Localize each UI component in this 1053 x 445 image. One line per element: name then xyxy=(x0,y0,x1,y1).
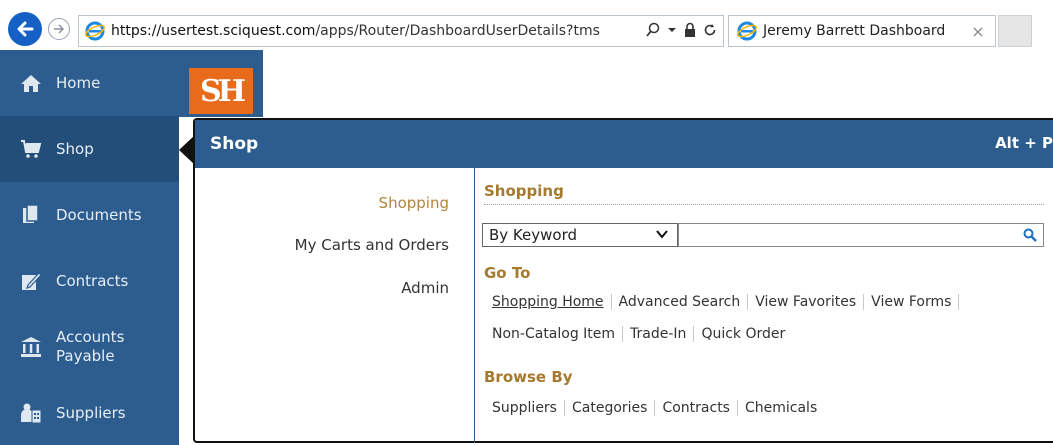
shopping-content: Shopping By Keyword Go To Shopping Home … xyxy=(475,168,1053,443)
address-tools xyxy=(645,22,717,38)
url-path: /apps/Router/DashboardUserDetails?tms xyxy=(315,23,600,39)
browse-links-row: Suppliers Categories Contracts Chemicals xyxy=(492,400,817,416)
address-bar[interactable]: https://usertest.sciquest.com/apps/Route… xyxy=(78,15,724,47)
link-contracts[interactable]: Contracts xyxy=(662,400,730,416)
sidebar-item-contracts[interactable]: Contracts xyxy=(0,248,179,314)
tab-title: Jeremy Barrett Dashboard xyxy=(763,23,946,39)
link-suppliers[interactable]: Suppliers xyxy=(492,400,557,416)
search-type-select[interactable]: By Keyword xyxy=(482,223,678,247)
link-non-catalog-item[interactable]: Non-Catalog Item xyxy=(492,326,615,342)
link-separator xyxy=(610,294,612,310)
arrow-right-icon xyxy=(54,24,65,34)
sidebar-item-label: Documents xyxy=(56,205,142,224)
link-separator xyxy=(863,294,865,310)
sidebar-item-suppliers[interactable]: Suppliers xyxy=(0,380,179,445)
sidebar-item-label: Home xyxy=(56,73,101,92)
browser-chrome: https://usertest.sciquest.com/apps/Route… xyxy=(0,0,1053,50)
sidebar-item-accounts-payable[interactable]: Accounts Payable xyxy=(0,314,179,380)
forward-button[interactable] xyxy=(48,18,70,40)
url-text: https://usertest.sciquest.com/apps/Route… xyxy=(111,23,603,39)
link-categories[interactable]: Categories xyxy=(572,400,647,416)
home-icon xyxy=(20,72,42,94)
goto-links-row-2: Non-Catalog Item Trade-In Quick Order xyxy=(492,326,785,342)
shopping-heading: Shopping xyxy=(484,182,564,200)
shsu-logo: SH xyxy=(189,68,253,114)
contract-icon xyxy=(20,270,42,292)
brand-logo[interactable]: SH xyxy=(179,50,263,117)
sidebar-item-label: Accounts Payable xyxy=(56,328,124,366)
ie-logo-icon xyxy=(85,21,105,41)
chevron-down-icon xyxy=(656,230,668,239)
ie-logo-icon xyxy=(737,21,757,41)
search-type-value: By Keyword xyxy=(489,226,578,244)
shortcut-hint: Alt + P xyxy=(995,134,1053,152)
sidebar-item-shop[interactable]: Shop xyxy=(0,116,179,182)
lock-icon[interactable] xyxy=(683,22,697,38)
new-tab-button[interactable] xyxy=(998,15,1032,47)
link-advanced-search[interactable]: Advanced Search xyxy=(619,294,741,310)
heading-divider xyxy=(484,204,1044,205)
link-separator xyxy=(747,294,749,310)
refresh-icon[interactable] xyxy=(703,23,717,37)
shop-flyout-panel: Shop Alt + P Shopping My Carts and Order… xyxy=(193,118,1053,443)
search-icon[interactable] xyxy=(645,22,661,38)
sidebar-item-label: Shop xyxy=(56,139,94,158)
search-icon[interactable] xyxy=(1023,228,1037,242)
link-shopping-home[interactable]: Shopping Home xyxy=(492,294,604,310)
sidebar-item-home[interactable]: Home xyxy=(0,50,179,116)
link-view-favorites[interactable]: View Favorites xyxy=(755,294,856,310)
goto-links-row-1: Shopping Home Advanced Search View Favor… xyxy=(492,294,966,310)
supplier-icon xyxy=(20,402,42,424)
url-host: https://usertest.sciquest.com xyxy=(111,23,316,39)
submenu-admin[interactable]: Admin xyxy=(401,279,449,297)
link-separator xyxy=(563,400,565,416)
panel-title: Shop xyxy=(210,134,259,154)
link-separator xyxy=(654,400,656,416)
link-separator xyxy=(622,326,624,342)
submenu-shopping[interactable]: Shopping xyxy=(379,194,449,212)
shop-submenu: Shopping My Carts and Orders Admin xyxy=(195,168,475,443)
link-quick-order[interactable]: Quick Order xyxy=(701,326,785,342)
link-chemicals[interactable]: Chemicals xyxy=(745,400,817,416)
tab-close-icon[interactable]: × xyxy=(967,22,989,41)
back-button[interactable] xyxy=(8,12,42,46)
goto-heading: Go To xyxy=(484,264,531,282)
payable-label: Payable xyxy=(56,347,115,365)
link-separator xyxy=(693,326,695,342)
sidebar-item-label: Suppliers xyxy=(56,403,126,422)
link-separator xyxy=(958,294,960,310)
browse-by-heading: Browse By xyxy=(484,368,573,386)
dropdown-arrow-icon[interactable] xyxy=(667,25,677,35)
sidebar-item-documents[interactable]: Documents xyxy=(0,182,179,248)
submenu-my-carts-and-orders[interactable]: My Carts and Orders xyxy=(295,236,449,254)
link-separator xyxy=(736,400,738,416)
sidebar-item-label: Contracts xyxy=(56,271,129,290)
keyword-search-input[interactable] xyxy=(678,223,1044,247)
link-trade-in[interactable]: Trade-In xyxy=(630,326,686,342)
documents-icon xyxy=(20,204,42,226)
sidebar: Home Shop Documents Contracts Accounts Pa… xyxy=(0,50,179,445)
cart-icon xyxy=(20,138,42,160)
panel-header: Shop Alt + P xyxy=(195,120,1053,168)
link-view-forms[interactable]: View Forms xyxy=(871,294,951,310)
arrow-left-icon xyxy=(17,21,34,37)
browser-tab[interactable]: Jeremy Barrett Dashboard × xyxy=(728,15,996,47)
bank-icon xyxy=(20,336,42,358)
accounts-label: Accounts xyxy=(56,328,125,346)
